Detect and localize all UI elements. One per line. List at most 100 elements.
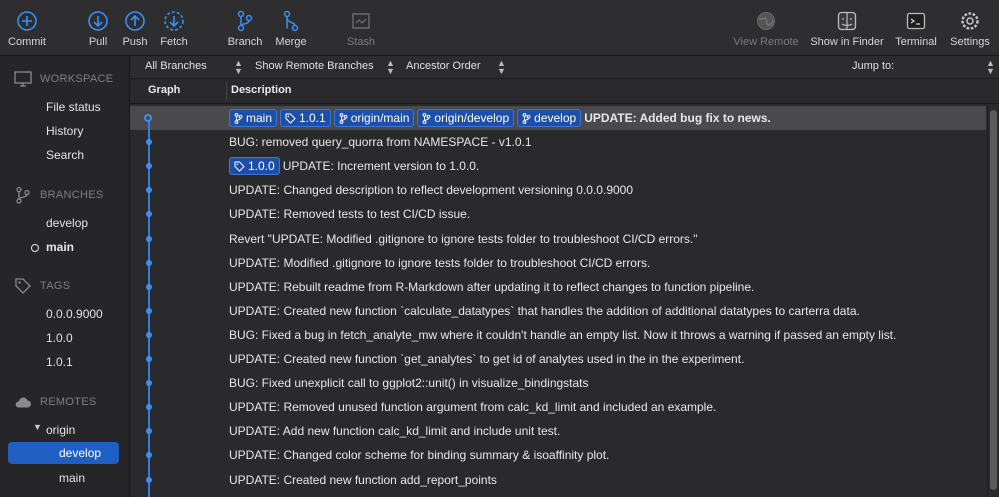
commit-row[interactable]: BUG: removed query_quorra from NAMESPACE… <box>130 130 986 154</box>
commit-row[interactable]: UPDATE: Created new function `calculate_… <box>130 299 986 323</box>
terminal-button[interactable]: Terminal <box>894 0 938 55</box>
push-button[interactable]: Push <box>120 0 150 55</box>
sidebar-remote-branch-develop[interactable]: develop <box>59 444 101 462</box>
branch-icon <box>16 186 30 204</box>
scrollbar[interactable] <box>987 106 999 497</box>
commit-message: BUG: Fixed a bug in fetch_analyte_mw whe… <box>229 328 897 342</box>
chevron-down-icon[interactable]: ▼ <box>33 422 42 432</box>
commit-description: Revert "UPDATE: Modified .gitignore to i… <box>229 227 698 251</box>
commit-message: UPDATE: Created new function `calculate_… <box>229 304 860 318</box>
commit-message: UPDATE: Created new function add_report_… <box>229 473 497 487</box>
commit-row[interactable]: BUG: Fixed a bug in fetch_analyte_mw whe… <box>130 323 986 347</box>
commit-row[interactable]: UPDATE: Changed color scheme for binding… <box>130 443 986 467</box>
settings-button[interactable]: Settings <box>948 0 992 55</box>
stash-label: Stash <box>346 36 376 48</box>
commit-row[interactable]: main 1.0.1 origin/main origin/develop develo… <box>130 106 986 130</box>
fetch-label: Fetch <box>160 36 188 48</box>
workspace-heading[interactable]: WORKSPACE <box>14 69 113 89</box>
commit-description: UPDATE: Created new function `calculate_… <box>229 299 860 323</box>
view-remote-label: View Remote <box>733 36 799 48</box>
sidebar-tag-1-0-0[interactable]: 1.0.0 <box>46 329 73 347</box>
tag-icon <box>234 161 248 172</box>
branch-icon <box>237 10 253 32</box>
sidebar-item-file-status[interactable]: File status <box>46 98 101 116</box>
plus-circle-icon <box>17 11 37 31</box>
sidebar-remote-origin[interactable]: origin <box>46 421 75 439</box>
commit-message: UPDATE: Rebuilt readme from R-Markdown a… <box>229 280 755 294</box>
ref-label: main <box>246 111 273 125</box>
current-branch-icon <box>31 244 39 252</box>
sidebar-branch-develop[interactable]: develop <box>46 214 88 232</box>
commit-message: UPDATE: Add new function calc_kd_limit a… <box>229 424 561 438</box>
commit-row[interactable]: UPDATE: Rebuilt readme from R-Markdown a… <box>130 275 986 299</box>
branches-heading[interactable]: BRANCHES <box>14 185 104 205</box>
jump-to-select[interactable]: Jump to: <box>852 60 894 72</box>
toolbar: Commit Pull Push Fetch Branch Merge Stas… <box>0 0 999 56</box>
commit-label: Commit <box>8 36 46 48</box>
tag-badge[interactable]: 1.0.0 <box>229 157 280 175</box>
commit-description: UPDATE: Changed color scheme for binding… <box>229 443 609 467</box>
tag-badge[interactable]: 1.0.1 <box>280 109 331 127</box>
sidebar-branch-main[interactable]: main <box>46 238 74 256</box>
remotes-heading[interactable]: REMOTES <box>14 392 97 412</box>
commit-message: UPDATE: Added bug fix to news. <box>584 111 771 125</box>
branch-button[interactable]: Branch <box>227 0 263 55</box>
branch-badge[interactable]: develop <box>517 109 582 127</box>
commit-row[interactable]: BUG: Fixed unexplicit call to ggplot2::u… <box>130 371 986 395</box>
push-label: Push <box>122 36 148 48</box>
commit-row[interactable]: UPDATE: Removed unused function argument… <box>130 395 986 419</box>
scroll-thumb[interactable] <box>990 110 997 490</box>
commit-description: 1.0.0 UPDATE: Increment version to 1.0.0. <box>229 154 479 178</box>
description-column-header[interactable]: Description <box>231 84 292 96</box>
sidebar-remote-branch-main[interactable]: main <box>59 469 85 487</box>
commit-row[interactable]: Revert "UPDATE: Modified .gitignore to i… <box>130 227 986 251</box>
commit-node <box>146 380 152 386</box>
fetch-icon <box>164 11 184 31</box>
commit-row[interactable]: 1.0.0 UPDATE: Increment version to 1.0.0. <box>130 154 986 178</box>
commit-row[interactable]: UPDATE: Changed description to reflect d… <box>130 178 986 202</box>
commit-message: UPDATE: Changed description to reflect d… <box>229 183 634 197</box>
commit-row[interactable]: UPDATE: Created new function add_report_… <box>130 468 986 492</box>
commit-node <box>146 428 152 434</box>
commit-message: UPDATE: Changed color scheme for binding… <box>229 448 610 462</box>
view-remote-button[interactable]: View Remote <box>733 0 799 55</box>
column-divider[interactable] <box>226 82 227 100</box>
ref-label: develop <box>534 111 577 125</box>
commit-description: UPDATE: Modified .gitignore to ignore te… <box>229 251 650 275</box>
sidebar-item-search[interactable]: Search <box>46 146 84 164</box>
commit-row[interactable]: UPDATE: Created new function `get_analyt… <box>130 347 986 371</box>
branch-badge[interactable]: origin/develop <box>417 109 515 127</box>
sidebar-tag-1-0-1[interactable]: 1.0.1 <box>46 353 73 371</box>
branch-filter-select[interactable]: All Branches <box>145 60 207 72</box>
stash-button[interactable]: Stash <box>345 0 377 55</box>
pull-button[interactable]: Pull <box>83 0 113 55</box>
tags-heading[interactable]: TAGS <box>14 276 70 296</box>
commit-message: UPDATE: Removed unused function argument… <box>229 400 717 414</box>
commit-row[interactable]: UPDATE: Modified .gitignore to ignore te… <box>130 251 986 275</box>
commit-row[interactable]: UPDATE: Removed tests to test CI/CD issu… <box>130 202 986 226</box>
graph-column-header[interactable]: Graph <box>148 84 180 96</box>
branch-label: Branch <box>227 36 263 48</box>
settings-label: Settings <box>950 36 990 48</box>
fetch-button[interactable]: Fetch <box>158 0 190 55</box>
commit-node <box>146 452 152 458</box>
commit-button[interactable]: Commit <box>7 0 47 55</box>
terminal-icon <box>906 12 926 30</box>
show-in-finder-button[interactable]: Show in Finder <box>810 0 884 55</box>
branch-badge[interactable]: origin/main <box>333 109 415 127</box>
commit-row[interactable]: UPDATE: Add new function calc_kd_limit a… <box>130 419 986 443</box>
commit-message: UPDATE: Removed tests to test CI/CD issu… <box>229 207 471 221</box>
sidebar-tag-0-0-0-9000[interactable]: 0.0.0.9000 <box>46 305 103 323</box>
sidebar-item-history[interactable]: History <box>46 122 83 140</box>
updown-icon: ▲ ▼ <box>497 58 506 76</box>
finder-icon <box>837 11 857 31</box>
merge-button[interactable]: Merge <box>274 0 308 55</box>
order-select[interactable]: Ancestor Order <box>406 60 481 72</box>
stash-icon <box>352 13 370 29</box>
remote-filter-select[interactable]: Show Remote Branches <box>255 60 374 72</box>
updown-icon: ▲ ▼ <box>386 58 395 76</box>
gear-icon <box>961 12 979 30</box>
commit-description: BUG: removed query_quorra from NAMESPACE… <box>229 130 532 154</box>
branch-badge[interactable]: main <box>229 109 278 127</box>
commit-message: UPDATE: Created new function `get_analyt… <box>229 352 745 366</box>
